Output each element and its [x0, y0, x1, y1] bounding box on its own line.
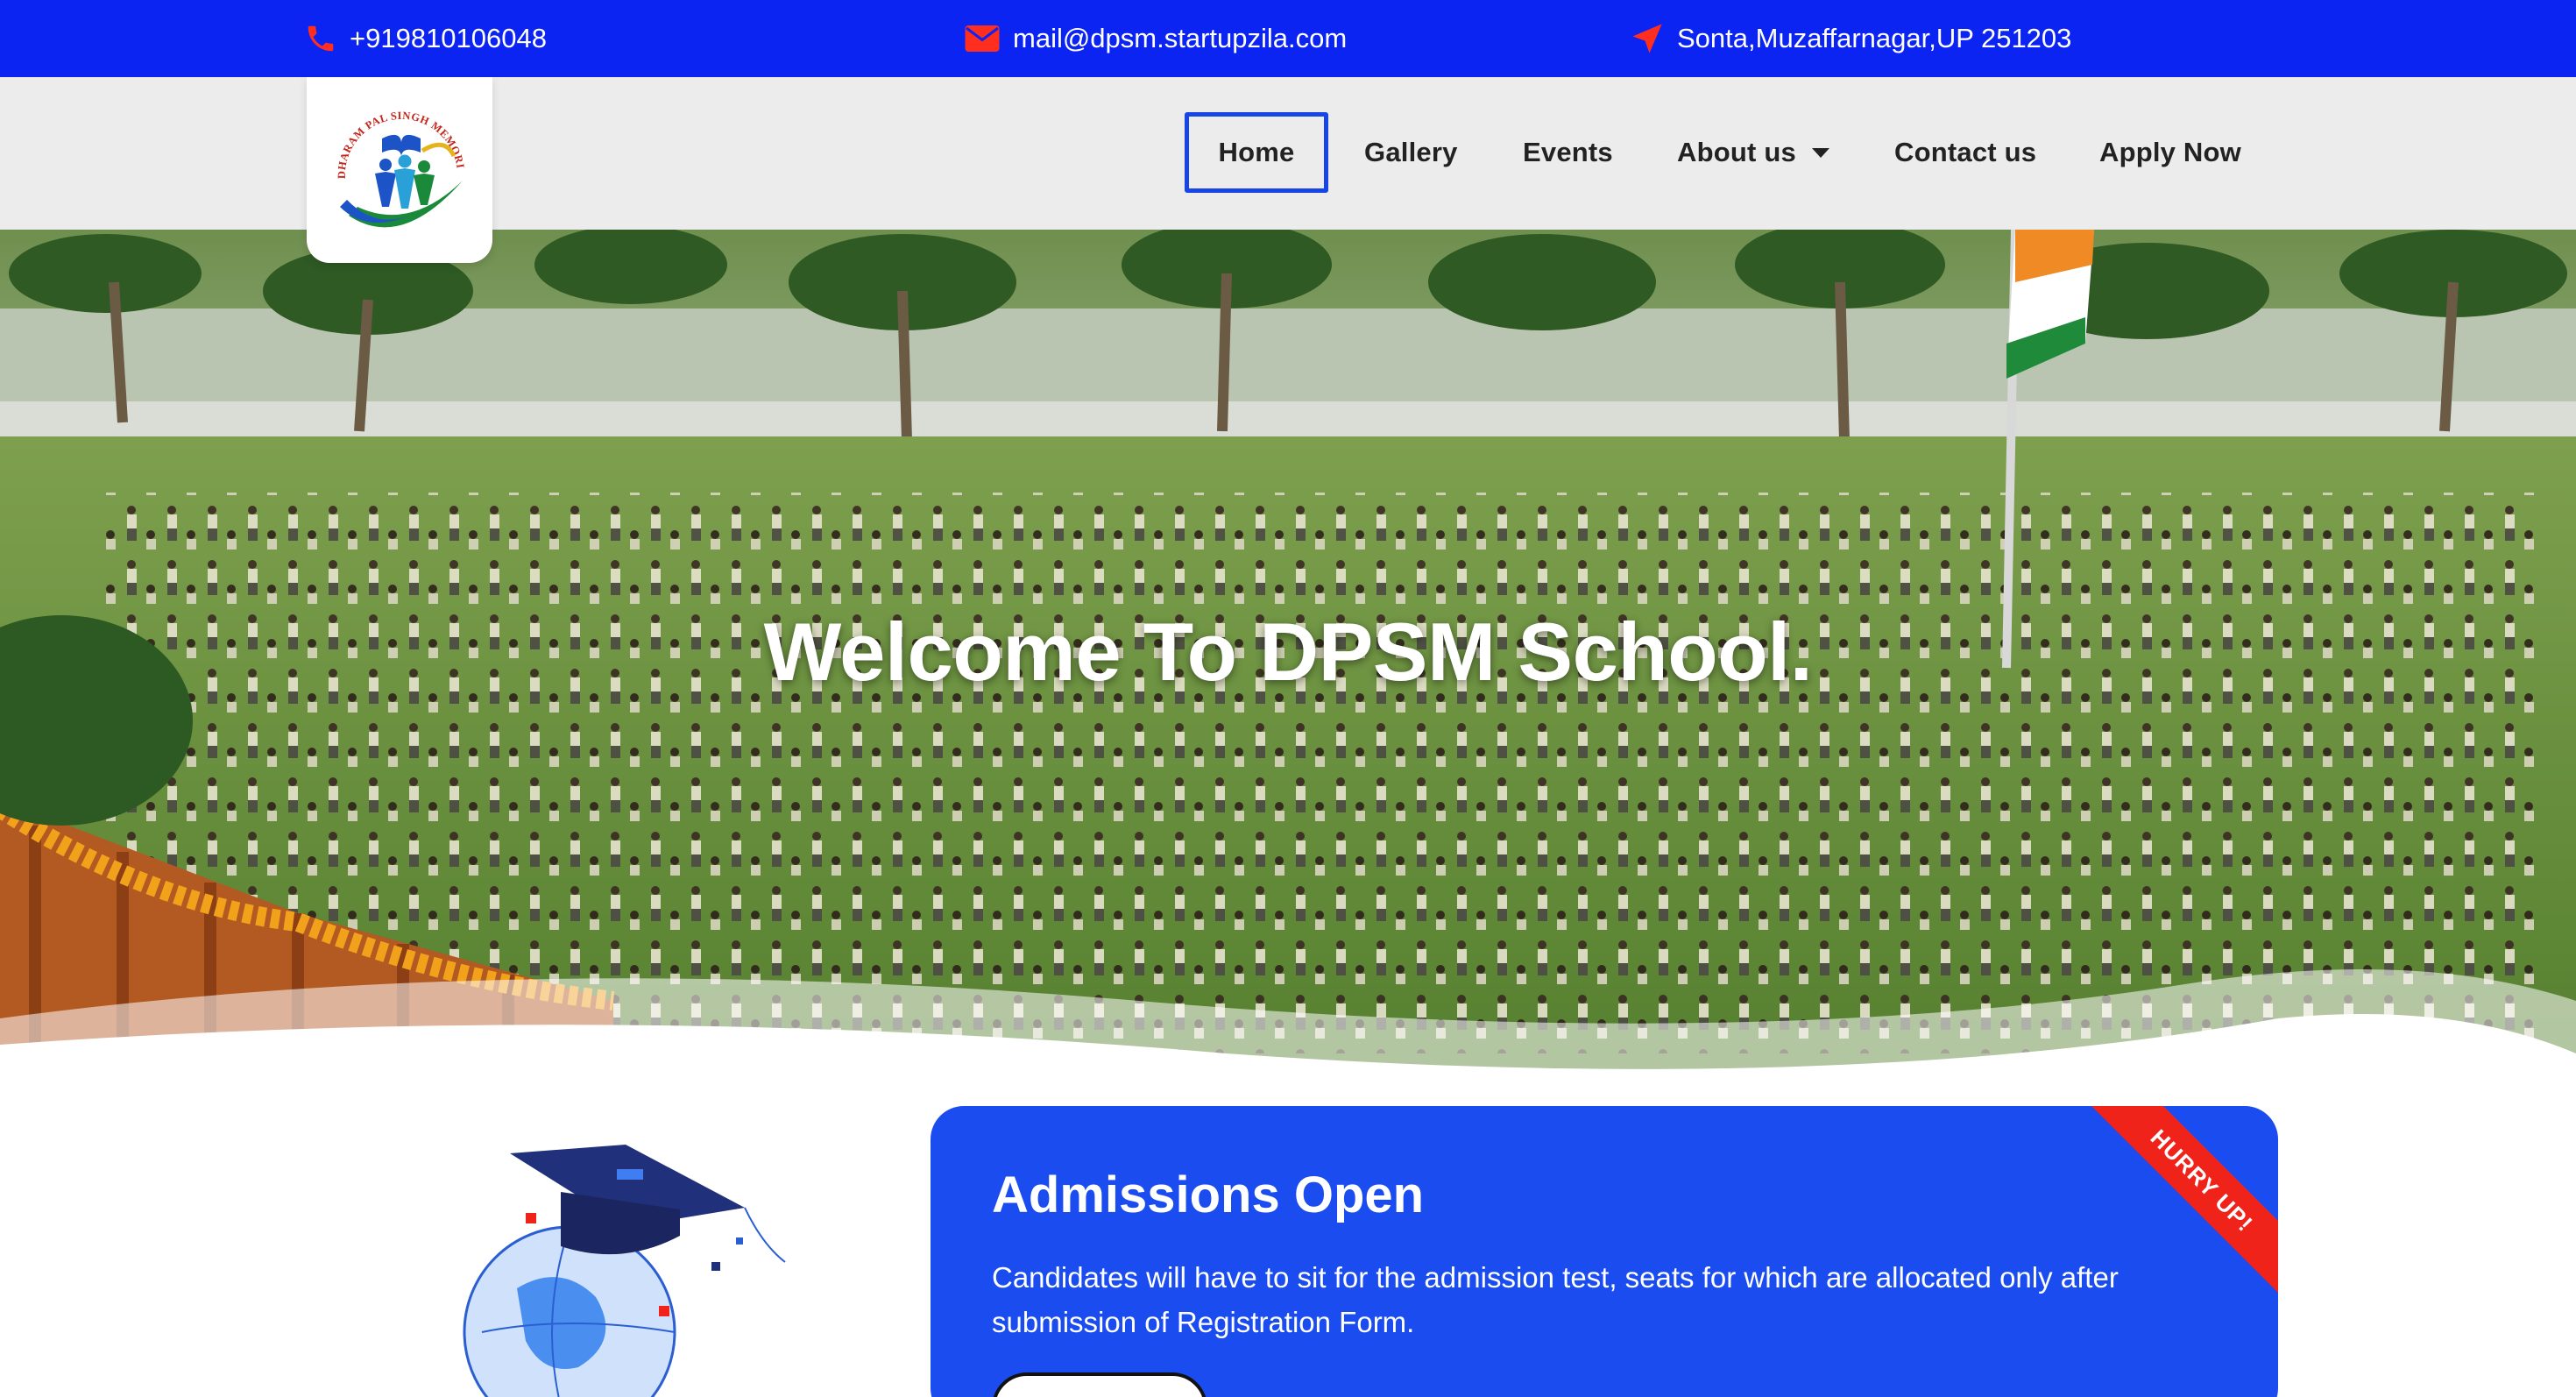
phone-number: +919810106048: [350, 23, 547, 53]
nav-gallery-label: Gallery: [1364, 137, 1458, 167]
nav-home-label: Home: [1218, 137, 1295, 167]
school-logo-emblem: DHARAM PAL SINGH MEMORIAL SCHOOL: [314, 84, 466, 228]
nav-apply-now[interactable]: Apply Now: [2099, 112, 2241, 193]
nav-home[interactable]: Home: [1185, 112, 1328, 193]
school-logo[interactable]: DHARAM PAL SINGH MEMORIAL SCHOOL: [307, 77, 492, 263]
contact-email[interactable]: mail@dpsm.startupzila.com: [964, 0, 1347, 77]
nav-events-label: Events: [1523, 137, 1613, 167]
phone-icon: [308, 25, 334, 52]
nav-contact-us[interactable]: Contact us: [1894, 112, 2036, 193]
hero-banner: Welcome To DPSM School.: [0, 230, 2576, 1071]
nav-apply-now-label: Apply Now: [2099, 137, 2241, 167]
admissions-description: Candidates will have to sit for the admi…: [992, 1261, 2119, 1338]
hero-title: Welcome To DPSM School.: [763, 606, 1813, 698]
graduation-globe-illustration: [463, 1145, 786, 1397]
nav-contact-us-label: Contact us: [1894, 137, 2037, 167]
address-text: Sonta,Muzaffarnagar,UP 251203: [1677, 23, 2072, 53]
nav-gallery[interactable]: Gallery: [1364, 112, 1458, 193]
nav-events[interactable]: Events: [1523, 112, 1613, 193]
nav-about-us[interactable]: About us: [1677, 112, 1829, 193]
top-contact-bar: +919810106048 mail@dpsm.startupzila.com …: [0, 0, 2576, 77]
contact-phone[interactable]: +919810106048: [304, 0, 547, 77]
email-address: mail@dpsm.startupzila.com: [1013, 23, 1348, 53]
admissions-card: HURRY UP! Admissions Open Candidates wil…: [931, 1106, 2278, 1397]
admissions-apply-button[interactable]: [992, 1372, 1207, 1397]
caret-down-icon: [1811, 147, 1829, 158]
envelope-icon: [965, 25, 1000, 52]
nav-about-us-label: About us: [1677, 137, 1796, 167]
admissions-title: Admissions Open: [992, 1167, 1425, 1223]
location-arrow-icon: [1632, 24, 1662, 53]
contact-address[interactable]: Sonta,Muzaffarnagar,UP 251203: [1630, 0, 2071, 77]
